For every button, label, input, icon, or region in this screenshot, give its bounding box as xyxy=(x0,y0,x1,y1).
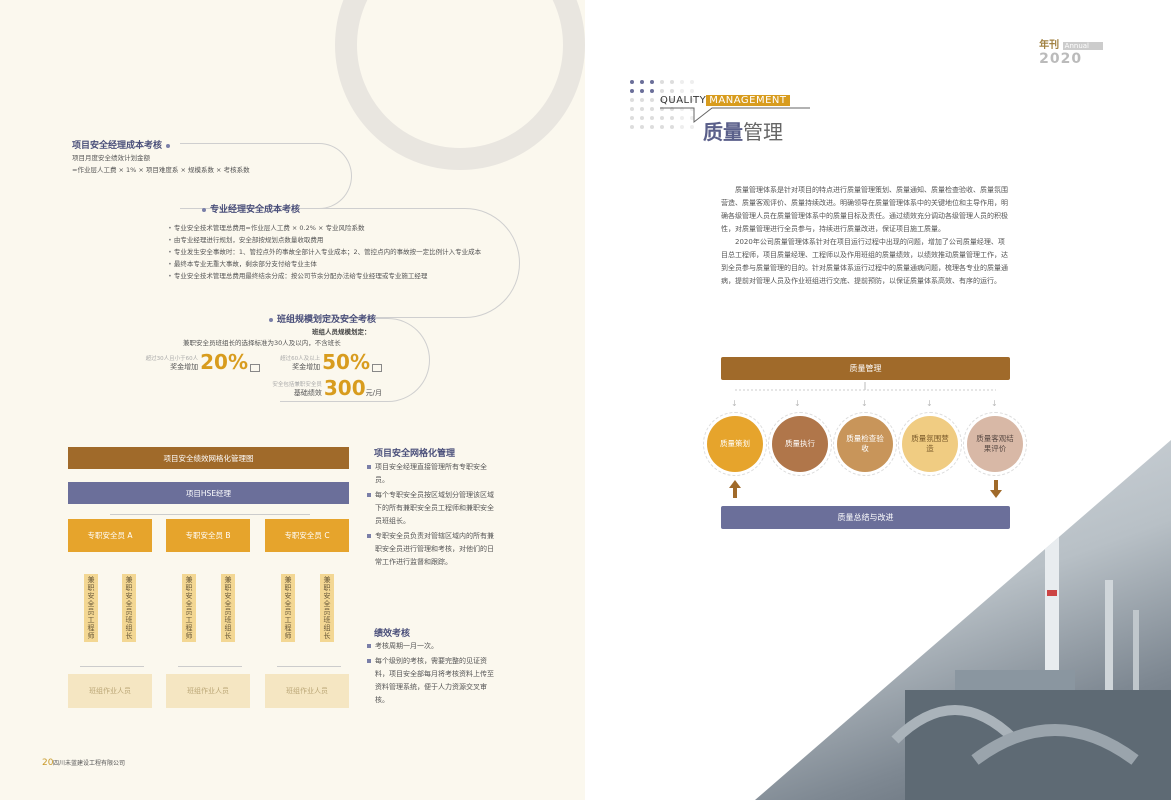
list-item: 专业安全技术管理总费用=作业层人工费 × 0.2% × 专业风险系数 xyxy=(168,222,498,234)
decorative-dot xyxy=(680,89,684,93)
connector-line xyxy=(277,666,341,667)
decorative-dot xyxy=(640,98,644,102)
decorative-dot xyxy=(670,80,674,84)
decorative-dot xyxy=(630,80,634,84)
part-time-leader-a: 兼职安全员班组长 xyxy=(122,574,136,642)
part-time-engineer-a: 兼职安全员工程师 xyxy=(84,574,98,642)
list-item: 专职安全员负责对管辖区域内的所有兼职安全员进行管理和考核，对他们的日常工作进行监… xyxy=(367,530,499,569)
flow-bottom-bar: 质量总结与改进 xyxy=(721,506,1010,529)
decorative-dot xyxy=(680,80,684,84)
part-time-leader-c: 兼职安全员班组长 xyxy=(320,574,334,642)
list-item: 每个专职安全员按区域划分管理该区域下的所有兼职安全员工程师和兼职安全员班组长。 xyxy=(367,489,499,528)
decorative-dot xyxy=(640,80,644,84)
decorative-dot xyxy=(690,80,694,84)
left-page: 项目安全经理成本考核 项目月度安全绩效计划金额 =作业层人工费 × 1% × 项… xyxy=(0,0,585,800)
perf-title: 绩效考核 xyxy=(374,629,411,639)
connector-line xyxy=(80,666,144,667)
page-number: 20 xyxy=(42,758,54,768)
flow-top-bar: 质量管理 xyxy=(721,357,1010,380)
part-time-engineer-c: 兼职安全员工程师 xyxy=(281,574,295,642)
decorative-dot xyxy=(630,107,634,111)
decorative-dot xyxy=(660,89,664,93)
decorative-dot xyxy=(650,116,654,120)
section-title-pm-cost: 项目安全经理成本考核 xyxy=(72,138,174,151)
chart-icon xyxy=(372,364,382,372)
decorative-dot xyxy=(640,125,644,129)
grid-management-list: 项目安全经理直接管理所有专职安全员。 每个专职安全员按区域划分管理该区域下的所有… xyxy=(367,461,499,571)
officer-box-b: 专职安全员 B xyxy=(166,519,250,552)
list-item: 专业发生安全事故时：1、管控点外的事故全部计入专业成本；2、管控点内的事故按一定… xyxy=(168,246,498,258)
annual-badge: 年刊 Annual 2020 xyxy=(1039,36,1103,67)
heading-en: QUALITY MANAGEMENT xyxy=(660,95,790,106)
grid-management-title: 项目安全网格化管理 xyxy=(374,449,456,459)
flow-connector: ↓ ↓ ↓ ↓ ↓ xyxy=(731,382,998,408)
bonus-block-2: 超过60人及以上 奖金增加 50% xyxy=(262,352,382,372)
part-time-engineer-b: 兼职安全员工程师 xyxy=(182,574,196,642)
svg-text:↓: ↓ xyxy=(794,399,801,408)
specialist-cost-list: 专业安全技术管理总费用=作业层人工费 × 0.2% × 专业风险系数 由专业经理… xyxy=(168,222,498,282)
step-quality-inspection: 质量检查验收 xyxy=(837,416,893,472)
decorative-dot xyxy=(650,80,654,84)
step-quality-atmosphere: 质量氛围营造 xyxy=(902,416,958,472)
base-perf-block: 安全包括兼职安全员 基础绩效 300 元/月 xyxy=(272,376,382,400)
decorative-dot xyxy=(640,89,644,93)
workers-box-b: 班组作业人员 xyxy=(166,674,250,708)
heading-cn: 质量管理 xyxy=(703,120,783,144)
decorative-dot xyxy=(650,125,654,129)
section-title-team-scale: 班组规模划定及安全考核 xyxy=(265,312,376,325)
decorative-dot xyxy=(670,89,674,93)
company-name: 四川未蓝建设工程有限公司 xyxy=(53,760,126,767)
decorative-dot xyxy=(630,125,634,129)
decorative-dot xyxy=(640,116,644,120)
workers-box-c: 班组作业人员 xyxy=(265,674,349,708)
part-time-leader-b: 兼职安全员班组长 xyxy=(221,574,235,642)
list-item: 考核周期一月一次。 xyxy=(367,640,499,653)
officer-box-c: 专职安全员 C xyxy=(265,519,349,552)
decorative-dot xyxy=(650,107,654,111)
section-title-specialist-cost: 专业经理安全成本考核 xyxy=(198,202,300,215)
connector-line xyxy=(178,666,242,667)
chart-icon xyxy=(250,364,260,372)
arrow-down-icon xyxy=(990,480,1002,498)
decorative-dot xyxy=(630,116,634,120)
org-hse-manager: 项目HSE经理 xyxy=(68,482,349,504)
step-quality-planning: 质量策划 xyxy=(707,416,763,472)
decorative-dot xyxy=(650,89,654,93)
decorative-dot xyxy=(660,80,664,84)
right-page: 年刊 Annual 2020 QUALITY MANAGEMENT 质量管理 质量… xyxy=(585,0,1171,800)
decorative-dot xyxy=(630,89,634,93)
industrial-plant-photo xyxy=(755,440,1171,800)
step-quality-evaluation: 质量客观结果评价 xyxy=(967,416,1023,472)
workers-box-a: 班组作业人员 xyxy=(68,674,152,708)
connector-line xyxy=(110,514,310,515)
list-item: 由专业经理进行规划，安全部按规划点数量收取费用 xyxy=(168,234,498,246)
officer-box-a: 专职安全员 A xyxy=(68,519,152,552)
svg-text:↓: ↓ xyxy=(861,399,868,408)
list-item: 每个级别的考核，需要完整的见证资料，项目安全部每月将考核资料上传至资料管理系统，… xyxy=(367,655,499,707)
decorative-dot xyxy=(640,107,644,111)
decorative-ring xyxy=(335,0,585,170)
decorative-dot xyxy=(630,98,634,102)
list-item: 项目安全经理直接管理所有专职安全员。 xyxy=(367,461,499,487)
org-chart-title: 项目安全绩效网格化管理图 xyxy=(68,447,349,469)
body-text: 质量管理体系是针对项目的特点进行质量管理策划、质量通知、质量检查验收、质量氛围营… xyxy=(721,186,1008,285)
list-item: 专业安全技术管理总费用最终结余分成：按公司节余分配办法给专业经理或专业施工经理 xyxy=(168,270,498,282)
decorative-dot xyxy=(650,98,654,102)
arrow-up-icon xyxy=(729,480,741,498)
svg-text:↓: ↓ xyxy=(991,399,998,408)
perf-list: 考核周期一月一次。 每个级别的考核，需要完整的见证资料，项目安全部每月将考核资料… xyxy=(367,640,499,709)
svg-text:↓: ↓ xyxy=(926,399,933,408)
team-scale-desc: 兼职安全员班组长的选择标准为30人及以内，不含班长 xyxy=(183,339,341,347)
bonus-block-1: 超过30人且小于60人 奖金增加 20% xyxy=(142,352,260,372)
list-item: 最终本专业无重大事故，剩余部分支付给专业主体 xyxy=(168,258,498,270)
svg-text:↓: ↓ xyxy=(731,399,738,408)
decorative-dot xyxy=(690,89,694,93)
pm-cost-formula: 项目月度安全绩效计划金额 =作业层人工费 × 1% × 项目难度系 × 规模系数… xyxy=(72,154,250,174)
step-quality-execution: 质量执行 xyxy=(772,416,828,472)
